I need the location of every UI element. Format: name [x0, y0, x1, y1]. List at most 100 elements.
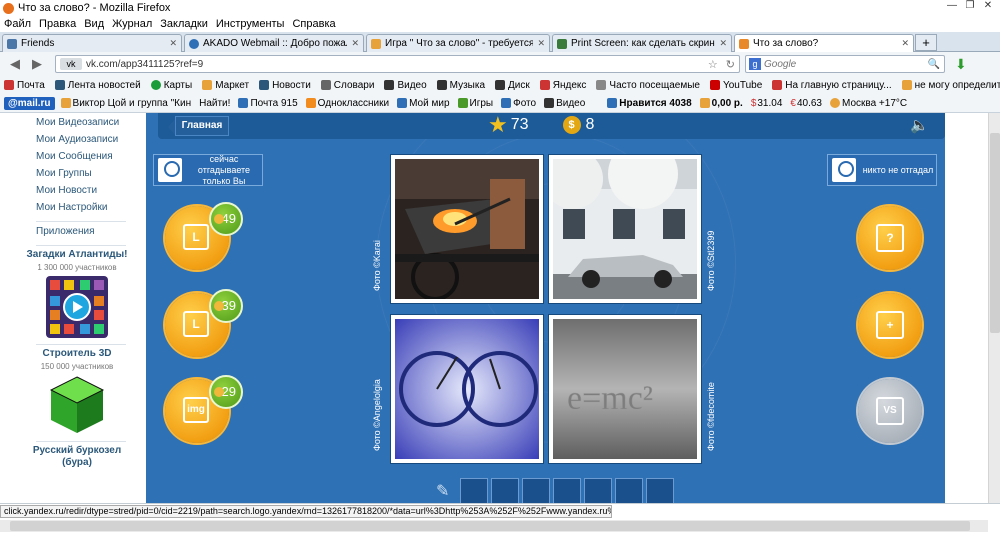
search-icon[interactable]: 🔍 [928, 59, 940, 70]
menu-file[interactable]: Файл [4, 18, 31, 30]
tab-close-icon[interactable]: ✕ [719, 38, 727, 49]
menu-help[interactable]: Справка [292, 18, 335, 30]
menu-history[interactable]: Журнал [112, 18, 152, 30]
vk-sidebar: Мои Видеозаписи Мои Аудиозаписи Мои Сооб… [0, 113, 146, 503]
mailru-logo[interactable]: @mail.ru [4, 96, 55, 110]
tab-print-screen[interactable]: Print Screen: как сделать скриншот ✕ [552, 34, 732, 52]
menu-edit[interactable]: Правка [39, 18, 76, 30]
bookmark-item[interactable]: Музыка [436, 80, 485, 91]
tab-close-icon[interactable]: ✕ [537, 38, 545, 49]
mailbar-find-button[interactable]: Найти! [199, 98, 230, 109]
sidebar-item-groups[interactable]: Мои Группы [0, 167, 146, 184]
search-box[interactable]: g 🔍 [745, 55, 945, 73]
horizontal-scrollbar[interactable] [0, 520, 988, 532]
mailbar-games[interactable]: Игры [457, 98, 493, 109]
main-menu-button[interactable]: Главная [168, 116, 229, 136]
pencil-icon[interactable]: ✎ [436, 478, 456, 503]
promo-title[interactable]: Строитель 3D [20, 348, 134, 360]
letter-slot[interactable] [584, 478, 612, 503]
promo-title[interactable]: Русский буркозел (бура) [20, 445, 134, 469]
address-bar[interactable]: vk vk.com/app3411125?ref=9 ☆ ↻ [55, 55, 740, 73]
sidebar-item-settings[interactable]: Мои Настройки [0, 201, 146, 218]
invite-friend-button[interactable]: + [858, 293, 922, 357]
versus-button[interactable]: VS [858, 379, 922, 443]
new-tab-button[interactable]: + [915, 34, 937, 51]
mailbar-odnoklassniki[interactable]: Одноклассники [305, 98, 389, 109]
mailbar-my-world[interactable]: Мой мир [397, 98, 450, 109]
mailbar-weather[interactable]: Москва +17°C [830, 98, 907, 109]
tab-akado-webmail[interactable]: AKADO Webmail :: Добро пожалова... ✕ [184, 34, 364, 52]
tab-close-icon[interactable]: ✕ [351, 38, 359, 49]
tab-close-icon[interactable]: ✕ [169, 38, 177, 49]
tab-friends[interactable]: Friends ✕ [2, 34, 182, 52]
promo-atlantis[interactable]: Загадки Атлантиды! 1 300 000 участников [20, 249, 134, 341]
image-hint-button[interactable]: img 29 [165, 375, 243, 443]
promo-title[interactable]: Загадки Атлантиды! [20, 249, 134, 261]
search-input[interactable] [764, 58, 924, 70]
letter-slot[interactable] [646, 478, 674, 503]
menu-bookmarks[interactable]: Закладки [160, 18, 208, 30]
bookmark-item[interactable]: Новости [259, 80, 311, 91]
puzzle-photo-formula: e=mc² [549, 315, 701, 463]
maximize-button[interactable]: ❐ [962, 0, 978, 13]
minimize-button[interactable]: — [944, 0, 960, 13]
sidebar-item-apps[interactable]: Приложения [0, 225, 146, 242]
download-icon[interactable]: ⬇ [955, 56, 967, 73]
bookmark-star-icon[interactable]: ☆ [708, 58, 718, 71]
promo-builder-3d[interactable]: Строитель 3D 150 000 участников [20, 348, 134, 438]
sidebar-item-news[interactable]: Мои Новости [0, 184, 146, 201]
mailbar-likes[interactable]: Нравится 4038 [607, 98, 692, 109]
bookmark-label: Маркет [215, 79, 250, 91]
mailbar-usd-rate[interactable]: $31.04 [751, 98, 783, 109]
tab-close-icon[interactable]: ✕ [901, 38, 909, 49]
mailbar-search-query[interactable]: Виктор Цой и группа "Кин [60, 98, 191, 109]
letter-slot[interactable] [553, 478, 581, 503]
reveal-letter-hint-button[interactable]: L 39 [165, 289, 243, 357]
bookmark-item[interactable]: не могу определитьс... [901, 80, 1000, 91]
mailbar-photo[interactable]: Фото [501, 98, 536, 109]
sidebar-item-messages[interactable]: Мои Сообщения [0, 150, 146, 167]
bookmark-item[interactable]: Словари [320, 80, 374, 91]
ask-friend-button[interactable]: ? [858, 206, 922, 270]
mailbar-video[interactable]: Видео [544, 98, 585, 109]
forward-icon[interactable]: ▶ [32, 56, 42, 72]
site-identity-icon[interactable]: vk [60, 58, 82, 70]
letter-slot[interactable] [615, 478, 643, 503]
bookmark-item[interactable]: На главную страницу... [772, 80, 892, 91]
sidebar-item-videos[interactable]: Мои Видеозаписи [0, 116, 146, 133]
atlantis-game-icon[interactable] [46, 276, 108, 338]
bookmark-item[interactable]: Яндекс [539, 80, 586, 91]
remove-letter-hint-button[interactable]: L 49 [165, 202, 243, 270]
google-icon[interactable]: g [749, 58, 761, 70]
letter-slot[interactable] [522, 478, 550, 503]
bookmark-item[interactable]: Карты [150, 80, 192, 91]
mailbar-balance[interactable]: 0,00 р. [699, 98, 743, 109]
menu-tools[interactable]: Инструменты [216, 18, 285, 30]
page-icon [557, 38, 567, 49]
vertical-scrollbar[interactable] [988, 113, 1000, 503]
bookmark-item[interactable]: Маркет [202, 80, 249, 91]
dictionary-icon [320, 80, 331, 90]
bookmark-item[interactable]: Видео [384, 80, 427, 91]
mailbar-eur-rate[interactable]: €40.63 [790, 98, 822, 109]
reload-icon[interactable]: ↻ [726, 58, 735, 71]
green-cube-icon[interactable] [49, 375, 105, 435]
bookmark-item[interactable]: Часто посещаемые [596, 80, 700, 91]
letter-slot[interactable] [491, 478, 519, 503]
bookmark-item[interactable]: YouTube [709, 80, 762, 91]
back-icon[interactable]: ◀ [10, 56, 20, 72]
menu-view[interactable]: Вид [84, 18, 104, 30]
mailbar-mail[interactable]: Почта 915 [238, 98, 298, 109]
bookmark-item[interactable]: Диск [495, 80, 530, 91]
bookmark-item[interactable]: Почта [4, 80, 45, 91]
tab-chto-za-slovo[interactable]: Что за слово? ✕ [734, 34, 914, 52]
close-button[interactable]: ✕ [980, 0, 996, 13]
sidebar-item-audio[interactable]: Мои Аудиозаписи [0, 133, 146, 150]
scrollbar-thumb[interactable] [990, 133, 1000, 333]
sound-icon[interactable]: 🔈 [910, 116, 929, 134]
tab-game-question[interactable]: Игра " Что за слово" - требуется по... ✕ [366, 34, 550, 52]
scrollbar-thumb[interactable] [10, 521, 970, 531]
letter-slot[interactable] [460, 478, 488, 503]
bookmark-item[interactable]: Лента новостей [54, 80, 141, 91]
promo-burkozel[interactable]: Русский буркозел (бура) [20, 445, 134, 469]
